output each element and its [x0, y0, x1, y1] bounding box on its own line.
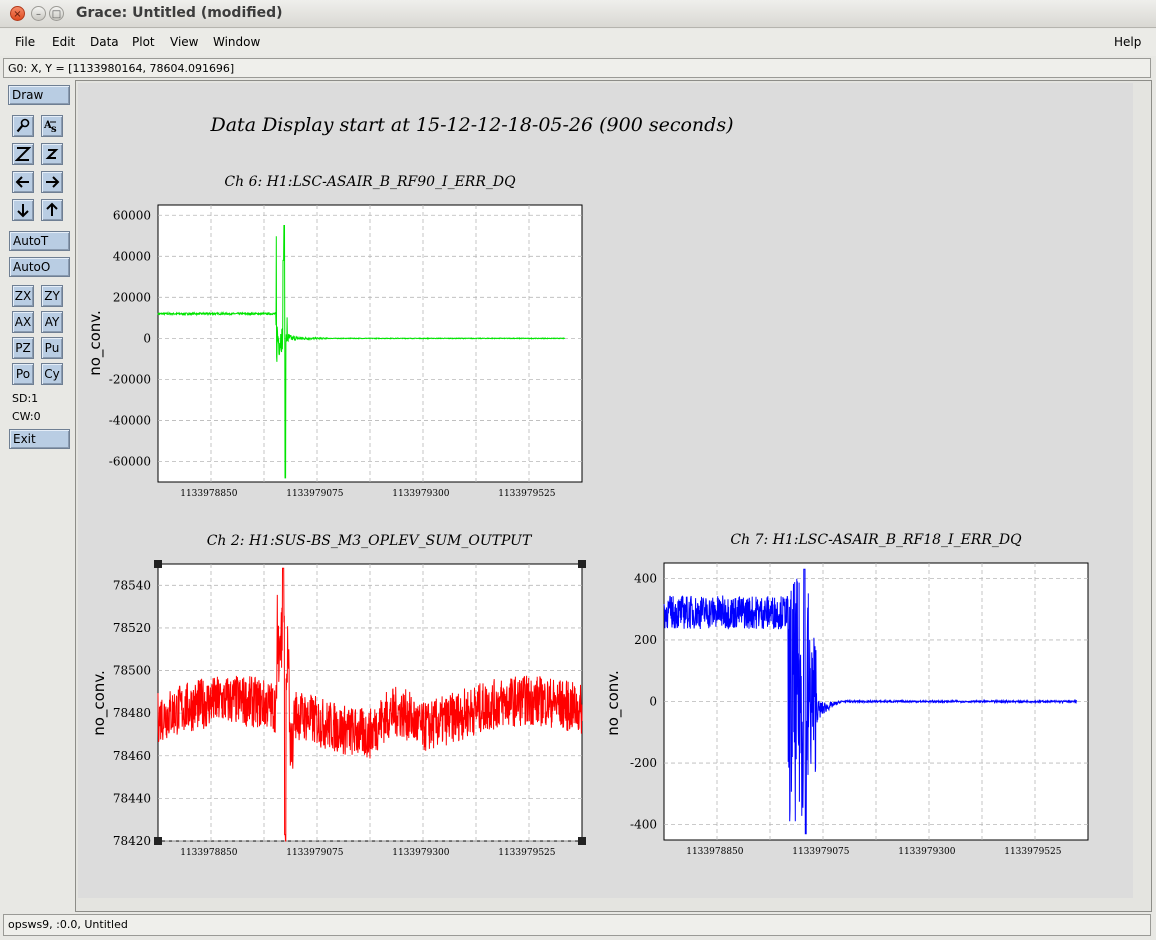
- y-tick-label: 78460: [113, 749, 151, 763]
- tool-panel: Draw As AutoT AutoO ZX ZY AX AY PZ Pu Po…: [4, 81, 73, 911]
- plot-ch2: Ch 2: H1:SUS-BS_M3_OPLEV_SUM_OUTPUT 1133…: [90, 533, 586, 858]
- x-tick-label: 1133979075: [286, 848, 344, 858]
- scroll-right-icon[interactable]: [41, 171, 63, 193]
- pz-button[interactable]: PZ: [12, 337, 34, 359]
- x-tick-label: 1133978850: [180, 489, 238, 499]
- x-tick-label: 1133979525: [498, 848, 556, 858]
- scroll-up-icon[interactable]: [41, 199, 63, 221]
- y-tick-label: -40000: [109, 413, 151, 427]
- y-tick-label: -20000: [109, 372, 151, 386]
- menu-window[interactable]: Window: [213, 35, 260, 49]
- x-tick-label: 1133979300: [392, 489, 450, 499]
- charts-svg: Data Display start at 15-12-12-18-05-26 …: [86, 114, 1089, 858]
- x-tick-label: 1133978850: [686, 847, 744, 857]
- minimize-window-button[interactable]: –: [31, 6, 46, 21]
- selection-handle[interactable]: [154, 837, 162, 845]
- x-tick-label: 1133979075: [286, 489, 344, 499]
- y-tick-label: 0: [649, 695, 657, 709]
- y-tick-label: 200: [634, 633, 657, 647]
- scroll-left-icon[interactable]: [12, 171, 34, 193]
- y-tick-label: -200: [630, 756, 657, 770]
- x-tick-label: 1133979525: [498, 489, 556, 499]
- maximize-window-button[interactable]: □: [49, 6, 64, 21]
- menu-edit[interactable]: Edit: [52, 35, 75, 49]
- status-bar: opsws9, :0.0, Untitled: [3, 914, 1151, 936]
- plot-ch6: Ch 6: H1:LSC-ASAIR_B_RF90_I_ERR_DQ 11339…: [86, 174, 583, 499]
- y-tick-label: -60000: [109, 454, 151, 468]
- ax-button[interactable]: AX: [12, 311, 34, 333]
- title-bar: × – □ Grace: Untitled (modified): [0, 0, 1156, 28]
- zoom-magnifier-icon[interactable]: [12, 115, 34, 137]
- plot-ch7: Ch 7: H1:LSC-ASAIR_B_RF18_I_ERR_DQ 11339…: [604, 532, 1089, 857]
- menu-bar: File Edit Data Plot View Window Help: [0, 29, 1156, 56]
- plot-ch6-frame: [157, 204, 583, 483]
- draw-button[interactable]: Draw: [8, 85, 70, 105]
- y-tick-label: 400: [634, 571, 657, 585]
- exit-button[interactable]: Exit: [9, 429, 70, 449]
- locator-readout: G0: X, Y = [1133980164, 78604.091696]: [3, 58, 1151, 78]
- text-autoscale-icon[interactable]: As: [41, 115, 63, 137]
- svg-text:s: s: [51, 124, 57, 134]
- x-tick-label: 1133979300: [898, 847, 956, 857]
- cy-button[interactable]: Cy: [41, 363, 63, 385]
- zx-button[interactable]: ZX: [12, 285, 34, 307]
- plot-ch6-title: Ch 6: H1:LSC-ASAIR_B_RF90_I_ERR_DQ: [224, 174, 516, 190]
- y-tick-label: 40000: [113, 249, 151, 263]
- x-tick-label: 1133979075: [792, 847, 850, 857]
- x-tick-label: 1133978850: [180, 848, 238, 858]
- autoo-button[interactable]: AutoO: [9, 257, 70, 277]
- main-title: Data Display start at 15-12-12-18-05-26 …: [210, 114, 734, 136]
- menu-view[interactable]: View: [170, 35, 198, 49]
- y-tick-label: 78440: [113, 791, 151, 805]
- y-tick-label: 78480: [113, 706, 151, 720]
- x-tick-label: 1133979300: [392, 848, 450, 858]
- selection-handle[interactable]: [154, 560, 162, 568]
- y-tick-label: -400: [630, 818, 657, 832]
- menu-plot[interactable]: Plot: [132, 35, 155, 49]
- po-button[interactable]: Po: [12, 363, 34, 385]
- scroll-down-icon[interactable]: [12, 199, 34, 221]
- pu-button[interactable]: Pu: [41, 337, 63, 359]
- close-window-button[interactable]: ×: [10, 6, 25, 21]
- y-tick-label: 78420: [113, 834, 151, 848]
- y-tick-label: 60000: [113, 208, 151, 222]
- selection-handle[interactable]: [578, 837, 586, 845]
- sd-label: SD:1: [12, 392, 39, 405]
- menu-data[interactable]: Data: [90, 35, 119, 49]
- zoom-z-small-icon[interactable]: [41, 143, 63, 165]
- cw-label: CW:0: [12, 410, 41, 423]
- y-tick-label: 0: [143, 331, 151, 345]
- plot-ch2-title: Ch 2: H1:SUS-BS_M3_OPLEV_SUM_OUTPUT: [207, 533, 533, 549]
- y-tick-label: 78520: [113, 621, 151, 635]
- y-tick-label: 78500: [113, 664, 151, 678]
- x-tick-label: 1133979525: [1004, 847, 1062, 857]
- ay-button[interactable]: AY: [41, 311, 63, 333]
- menu-file[interactable]: File: [15, 35, 35, 49]
- plot-ch7-title: Ch 7: H1:LSC-ASAIR_B_RF18_I_ERR_DQ: [730, 532, 1022, 548]
- graph-canvas[interactable]: Data Display start at 15-12-12-18-05-26 …: [78, 83, 1133, 898]
- zoom-z-large-icon[interactable]: [12, 143, 34, 165]
- plot-ch2-ylabel: no_conv.: [90, 670, 109, 736]
- y-tick-label: 78540: [113, 578, 151, 592]
- y-tick-label: 20000: [113, 290, 151, 304]
- window-title: Grace: Untitled (modified): [76, 5, 283, 21]
- autot-button[interactable]: AutoT: [9, 231, 70, 251]
- plot-ch7-ylabel: no_conv.: [604, 670, 623, 736]
- menu-help[interactable]: Help: [1114, 35, 1141, 49]
- selection-handle[interactable]: [578, 560, 586, 568]
- plot-ch6-ylabel: no_conv.: [86, 310, 105, 376]
- zy-button[interactable]: ZY: [41, 285, 63, 307]
